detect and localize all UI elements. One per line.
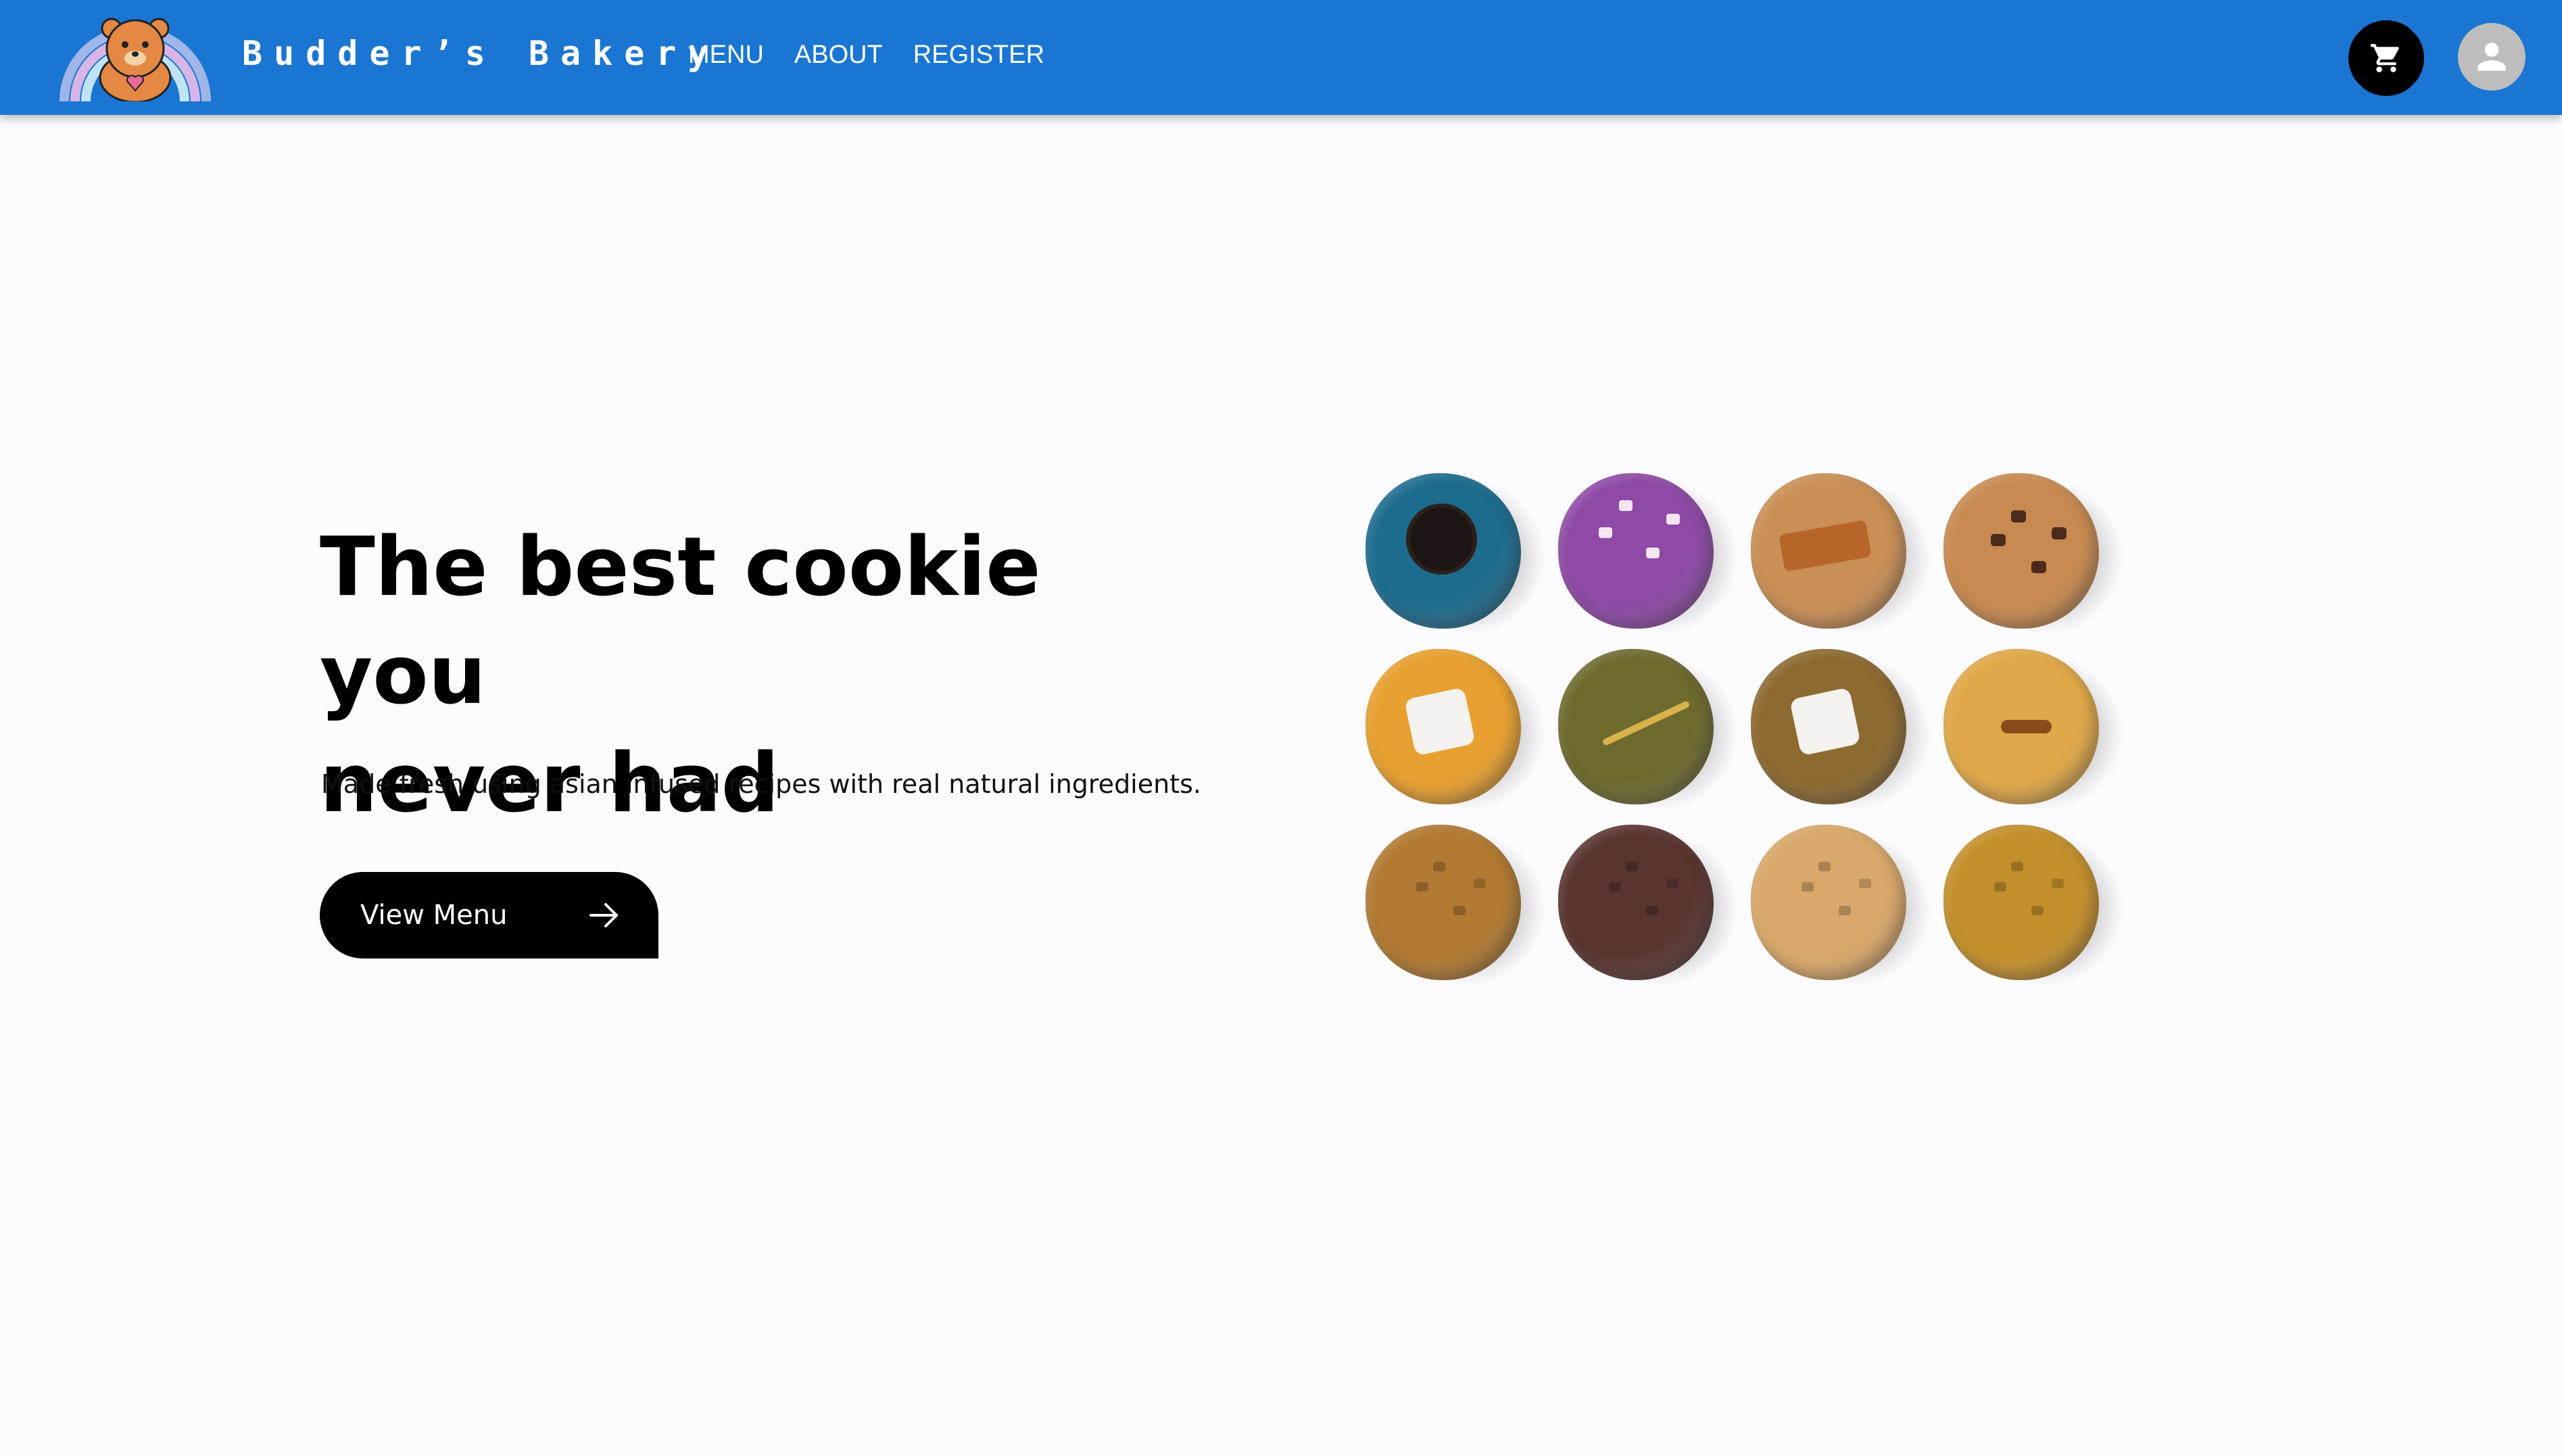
white-chip-cookie <box>1751 825 1932 987</box>
nav-link-menu[interactable]: MENU <box>688 41 764 70</box>
ube-white-chocolate-cookie <box>1558 473 1739 635</box>
cookie-body <box>1751 825 1906 980</box>
arrow-right-icon <box>589 903 618 927</box>
white-chips-topping <box>1599 527 1612 538</box>
hero-title-line-1: The best cookie you <box>320 520 1041 723</box>
cookie-texture <box>1994 882 2006 892</box>
pretzel-topping <box>2001 720 2052 733</box>
matcha-pocky-cookie <box>1558 649 1739 811</box>
cookie-body <box>1365 825 1521 980</box>
cart-icon <box>2371 44 2399 72</box>
oreo-topping <box>1406 504 1477 575</box>
account-icon <box>2478 43 2506 71</box>
caramel-bar-cookie <box>1751 473 1932 635</box>
cookie-texture <box>1802 882 1814 892</box>
sprinkle-marshmallow-cookie <box>1365 649 1547 811</box>
blue-oreo-cookie <box>1365 473 1547 635</box>
account-avatar-button[interactable] <box>2458 23 2525 91</box>
cookie-body <box>1558 473 1714 629</box>
cart-button[interactable] <box>2348 20 2424 96</box>
brown-butter-cookie <box>1943 825 2125 987</box>
cookie-body <box>1943 825 2099 980</box>
chocolate-chip-cookie <box>1943 473 2125 635</box>
double-chocolate-cookie <box>1558 825 1739 987</box>
nav-links: MENU ABOUT REGISTER <box>688 41 1044 70</box>
cookie-texture <box>1416 882 1428 892</box>
cookie-body <box>1558 825 1714 980</box>
nav-link-about[interactable]: ABOUT <box>794 41 883 70</box>
bear-rainbow-logo[interactable] <box>57 14 213 101</box>
hero-subtitle: Made fresh using asian infused recipes w… <box>321 769 1201 799</box>
view-menu-label: View Menu <box>360 900 508 931</box>
pistachio-cookie <box>1365 825 1547 987</box>
nav-link-register[interactable]: REGISTER <box>913 41 1044 70</box>
smores-cookie <box>1751 649 1932 811</box>
view-menu-button[interactable]: View Menu <box>320 872 658 958</box>
cookie-texture <box>1609 882 1621 892</box>
chocolate-chips-topping <box>1991 534 2006 546</box>
brand-name[interactable]: Budder’s Bakery <box>242 34 720 73</box>
top-navbar: Budder’s Bakery MENU ABOUT REGISTER <box>0 0 2562 115</box>
pretzel-cookie <box>1943 649 2125 811</box>
cookie-body <box>1943 473 2099 629</box>
cookie-grid-image <box>1365 473 2177 1000</box>
